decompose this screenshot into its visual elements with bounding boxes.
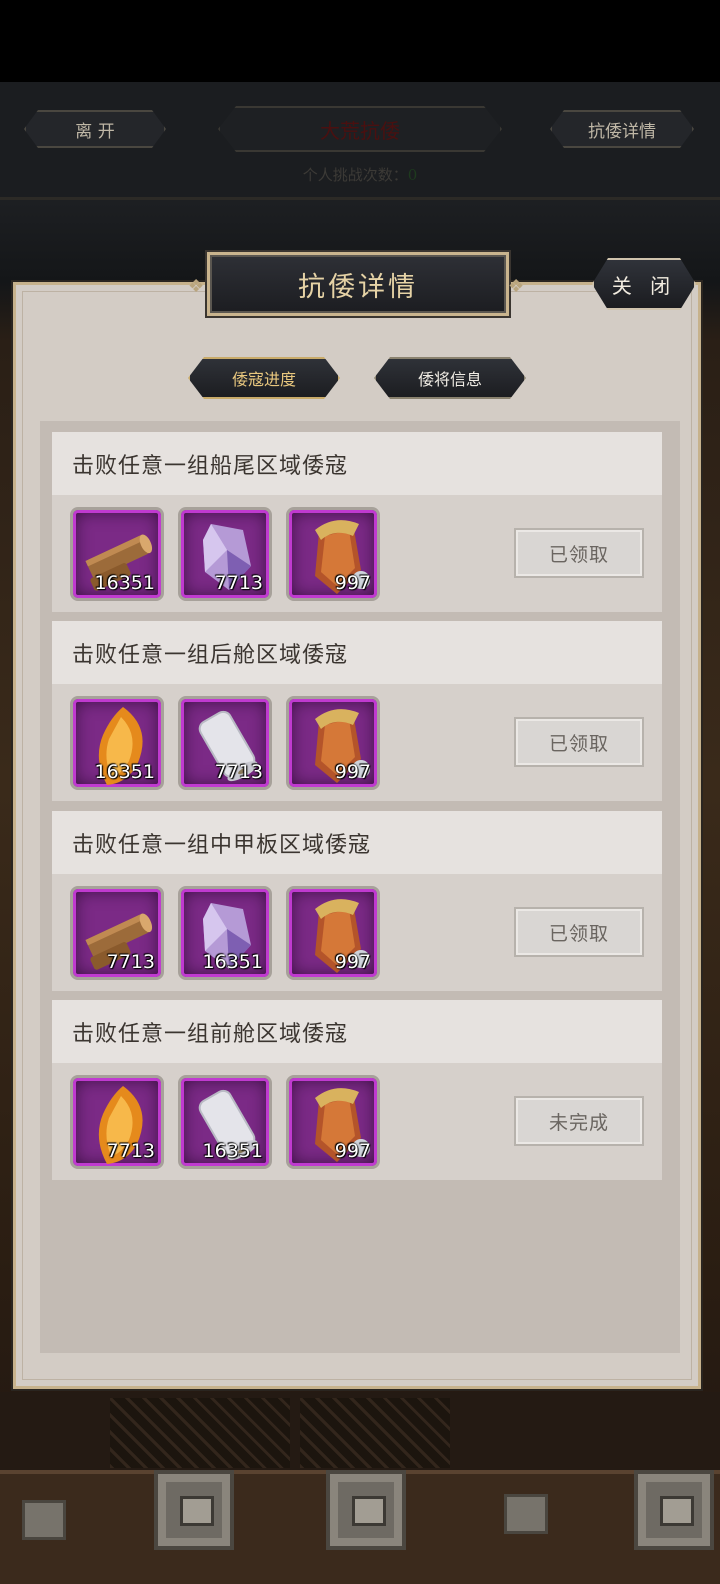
- mission-rewards-row: 7713 16351 997 未完成: [52, 1063, 662, 1180]
- tab-pirate-progress[interactable]: 倭寇进度: [188, 357, 340, 399]
- reward-count: 16351: [94, 572, 155, 594]
- status-bar: [0, 0, 720, 82]
- challenge-count-value: 0: [407, 166, 418, 184]
- mission-title: 击败任意一组前舱区域倭寇: [52, 1000, 662, 1063]
- ornament-icon: ❖: [188, 276, 208, 297]
- reward-item[interactable]: 7713: [70, 1075, 164, 1169]
- stone-pedestal: [154, 1470, 234, 1550]
- reward-item[interactable]: 16351: [70, 507, 164, 601]
- challenge-count: 个人挑战次数：0: [0, 164, 720, 185]
- stone-block: [504, 1494, 548, 1534]
- reward-count: 997: [334, 1140, 371, 1162]
- reward-item[interactable]: 997: [286, 507, 380, 601]
- reward-item[interactable]: 997: [286, 1075, 380, 1169]
- mission-title: 击败任意一组中甲板区域倭寇: [52, 811, 662, 874]
- lattice-window: [110, 1398, 290, 1468]
- reward-count: 7713: [106, 951, 155, 973]
- reward-count: 16351: [202, 1140, 263, 1162]
- ornament-icon: ❖: [508, 276, 528, 297]
- challenge-count-label: 个人挑战次数：: [302, 166, 408, 184]
- lattice-window: [300, 1398, 450, 1468]
- mission-status-button[interactable]: 未完成: [514, 1096, 644, 1146]
- reward-count: 7713: [214, 572, 263, 594]
- reward-item[interactable]: 16351: [178, 1075, 272, 1169]
- details-button[interactable]: 抗倭详情: [550, 110, 694, 148]
- mission-card: 击败任意一组船尾区域倭寇 16351 7713 997 已领取: [52, 432, 662, 612]
- close-button[interactable]: 关 闭: [592, 258, 696, 310]
- reward-item[interactable]: 16351: [178, 886, 272, 980]
- mission-card: 击败任意一组前舱区域倭寇 7713 16351 997 未完成: [52, 1000, 662, 1180]
- reward-item[interactable]: 16351: [70, 696, 164, 790]
- reward-count: 7713: [106, 1140, 155, 1162]
- mission-title: 击败任意一组后舱区域倭寇: [52, 621, 662, 684]
- leave-button[interactable]: 离 开: [24, 110, 166, 148]
- reward-count: 7713: [214, 761, 263, 783]
- reward-item[interactable]: 7713: [70, 886, 164, 980]
- stone-block: [22, 1500, 66, 1540]
- mission-card: 击败任意一组中甲板区域倭寇 7713 16351 997 已领取: [52, 811, 662, 991]
- dialog-title-plate: ❖ 抗倭详情 ❖: [188, 252, 524, 316]
- mission-rewards-row: 7713 16351 997 已领取: [52, 874, 662, 991]
- reward-count: 997: [334, 572, 371, 594]
- mission-status-button[interactable]: 已领取: [514, 528, 644, 578]
- reward-item[interactable]: 7713: [178, 696, 272, 790]
- mission-status-button[interactable]: 已领取: [514, 907, 644, 957]
- stone-pedestal: [634, 1470, 714, 1550]
- reward-count: 997: [334, 761, 371, 783]
- stone-pedestal: [326, 1470, 406, 1550]
- mission-status-button[interactable]: 已领取: [514, 717, 644, 767]
- event-title: 大荒抗倭: [218, 106, 502, 152]
- mission-rewards-row: 16351 7713 997 已领取: [52, 495, 662, 612]
- mission-title: 击败任意一组船尾区域倭寇: [52, 432, 662, 495]
- reward-item[interactable]: 997: [286, 696, 380, 790]
- reward-count: 16351: [94, 761, 155, 783]
- tab-general-info[interactable]: 倭将信息: [374, 357, 526, 399]
- mission-rewards-row: 16351 7713 997 已领取: [52, 684, 662, 801]
- dialog-title: 抗倭详情: [298, 271, 418, 303]
- reward-item[interactable]: 997: [286, 886, 380, 980]
- reward-count: 997: [334, 951, 371, 973]
- reward-item[interactable]: 7713: [178, 507, 272, 601]
- mission-card: 击败任意一组后舱区域倭寇 16351 7713 997 已领取: [52, 621, 662, 801]
- reward-count: 16351: [202, 951, 263, 973]
